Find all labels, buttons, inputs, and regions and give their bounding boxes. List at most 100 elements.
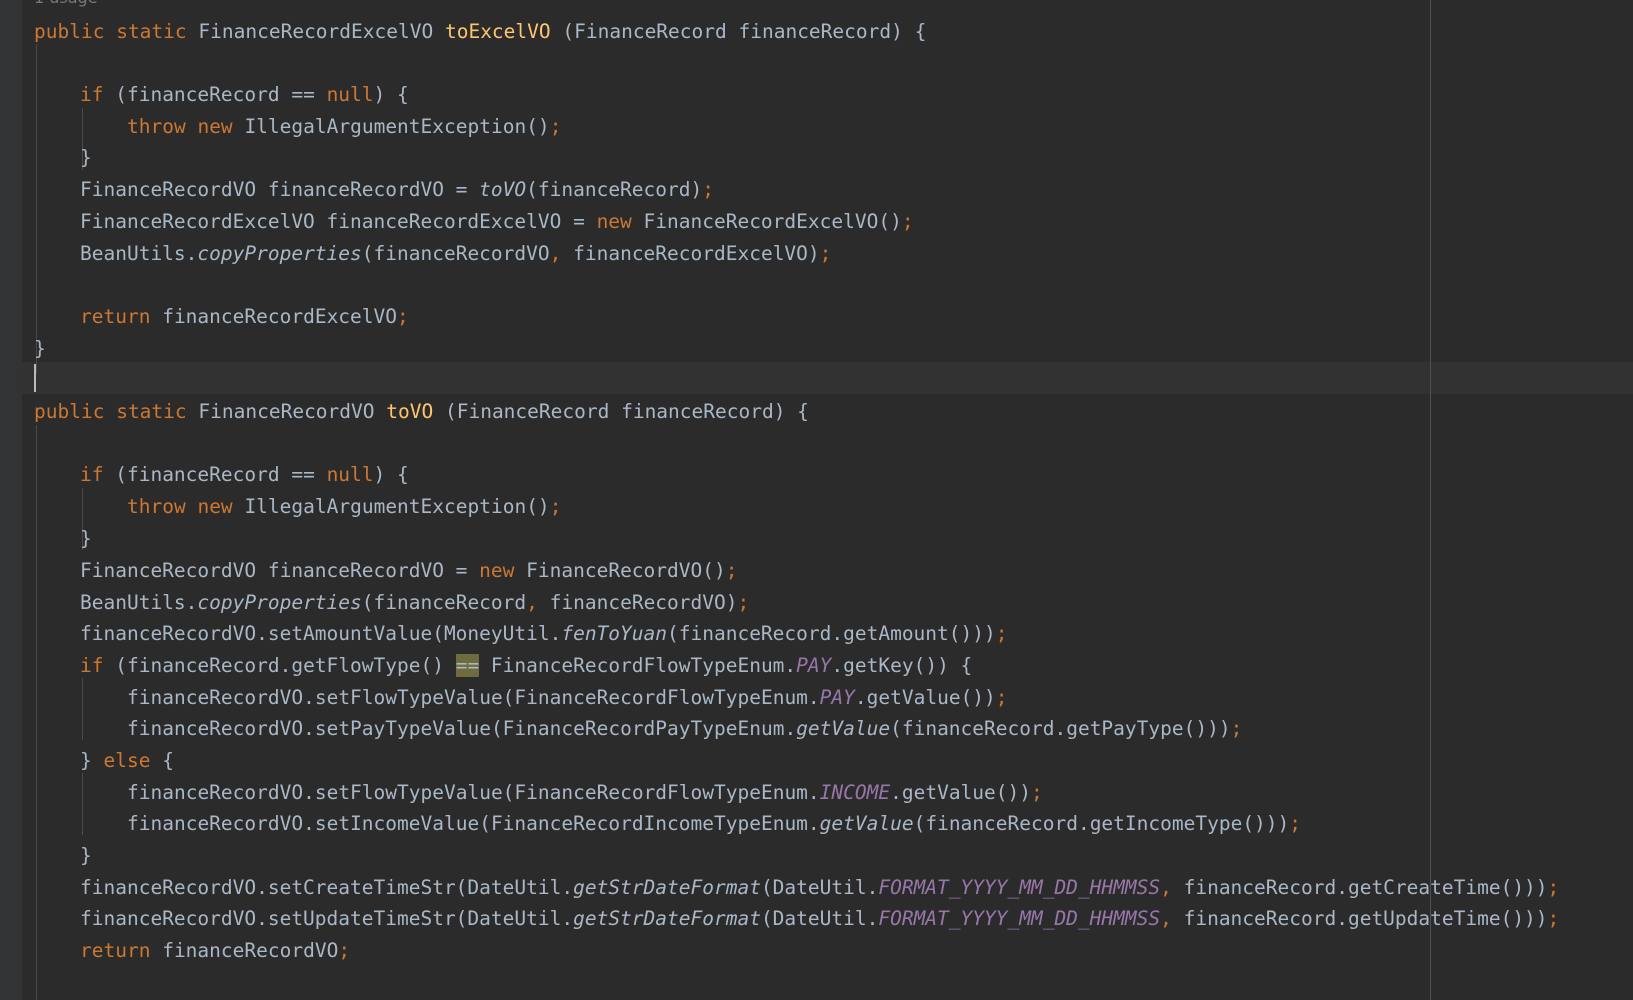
- token-keyword: static: [116, 400, 187, 423]
- token-keyword: null: [326, 83, 374, 106]
- token-static-field[interactable]: FORMAT_YYYY_MM_DD_HHMMSS: [878, 907, 1160, 930]
- code-line[interactable]: FinanceRecordExcelVO financeRecordExcelV…: [80, 206, 914, 238]
- token-expr: financeRecordVO.setFlowTypeValue(Finance…: [127, 686, 820, 709]
- token-expr: (financeRecord.getIncomeType())): [913, 812, 1290, 835]
- token-semicolon: ;: [1547, 876, 1560, 899]
- token-expr: .getValue()): [854, 686, 996, 709]
- code-line[interactable]: return financeRecordVO;: [80, 935, 350, 967]
- token-semicolon: ;: [1230, 717, 1243, 740]
- token-method-declaration[interactable]: toExcelVO: [445, 20, 551, 43]
- token-expr: FinanceRecordExcelVO(): [631, 210, 902, 233]
- code-line[interactable]: financeRecordVO.setFlowTypeValue(Finance…: [127, 777, 1043, 809]
- token-type: BeanUtils.: [80, 242, 198, 265]
- token-static-call[interactable]: getValue: [820, 812, 914, 835]
- code-line[interactable]: FinanceRecordVO financeRecordVO = new Fi…: [80, 555, 737, 587]
- token-keyword: if: [80, 463, 104, 486]
- code-line[interactable]: financeRecordVO.setAmountValue(MoneyUtil…: [80, 618, 1008, 650]
- token-static-call[interactable]: fenToYuan: [561, 622, 667, 645]
- token-static-call[interactable]: getStrDateFormat: [573, 907, 761, 930]
- token-static-call[interactable]: copyProperties: [197, 591, 361, 614]
- token-semicolon: ;: [725, 559, 738, 582]
- token-type: IllegalArgumentException(): [244, 115, 550, 138]
- token-expr: FinanceRecordVO(): [514, 559, 726, 582]
- token-semicolon: ;: [549, 495, 562, 518]
- code-line[interactable]: public static FinanceRecordExcelVO toExc…: [34, 16, 926, 48]
- token-expr: (financeRecord ==: [115, 83, 327, 106]
- token-brace: }: [80, 146, 92, 169]
- code-editor[interactable]: 1 usage public static FinanceRecordExcel…: [0, 0, 1633, 1000]
- token-semicolon: ;: [901, 210, 914, 233]
- token-expr: financeRecordVO: [162, 939, 339, 962]
- token-expr: financeRecordVO.setUpdateTimeStr(DateUti…: [80, 907, 574, 930]
- code-line[interactable]: }: [80, 840, 92, 872]
- token-keyword: throw: [127, 495, 186, 518]
- token-comma: ,: [1160, 876, 1172, 899]
- code-line[interactable]: }: [80, 142, 92, 174]
- code-line[interactable]: }: [80, 523, 92, 555]
- token-expr: (financeRecord.getAmount())): [667, 622, 996, 645]
- token-keyword: if: [80, 654, 104, 677]
- token-expr: (financeRecord.getPayType())): [890, 717, 1231, 740]
- token-static-call[interactable]: copyProperties: [197, 242, 361, 265]
- token-static-call[interactable]: getValue: [796, 717, 890, 740]
- token-expr: (financeRecordVO: [361, 242, 550, 265]
- token-brace: }: [80, 527, 92, 550]
- code-line[interactable]: if (financeRecord == null) {: [80, 79, 409, 111]
- code-content[interactable]: public static FinanceRecordExcelVO toExc…: [0, 0, 1633, 1000]
- token-expr: financeRecordExcelVO: [162, 305, 398, 328]
- token-method-declaration[interactable]: toVO: [386, 400, 433, 423]
- token-semicolon: ;: [995, 686, 1008, 709]
- code-line[interactable]: public static FinanceRecordVO toVO (Fina…: [34, 396, 809, 428]
- token-params: (FinanceRecord financeRecord) {: [444, 400, 809, 423]
- code-line[interactable]: throw new IllegalArgumentException();: [127, 111, 561, 143]
- code-line[interactable]: throw new IllegalArgumentException();: [127, 491, 561, 523]
- token-keyword: if: [80, 83, 104, 106]
- token-expr: FinanceRecordFlowTypeEnum.: [479, 654, 797, 677]
- code-line[interactable]: financeRecordVO.setIncomeValue(FinanceRe…: [127, 808, 1301, 840]
- token-enum-constant[interactable]: PAY: [796, 654, 831, 677]
- code-line[interactable]: return financeRecordExcelVO;: [80, 301, 409, 333]
- token-semicolon: ;: [338, 939, 351, 962]
- code-line[interactable]: financeRecordVO.setUpdateTimeStr(DateUti…: [80, 903, 1559, 935]
- token-expr: financeRecordVO.setAmountValue(MoneyUtil…: [80, 622, 562, 645]
- token-keyword: new: [197, 495, 233, 518]
- code-line[interactable]: BeanUtils.copyProperties(financeRecord, …: [80, 587, 749, 619]
- token-expr: financeRecordVO.setIncomeValue(FinanceRe…: [127, 812, 820, 835]
- code-line[interactable]: financeRecordVO.setPayTypeValue(FinanceR…: [127, 713, 1242, 745]
- token-enum-constant[interactable]: PAY: [820, 686, 855, 709]
- code-line[interactable]: BeanUtils.copyProperties(financeRecordVO…: [80, 238, 831, 270]
- token-static-field[interactable]: FORMAT_YYYY_MM_DD_HHMMSS: [878, 876, 1160, 899]
- token-semicolon: ;: [1289, 812, 1302, 835]
- token-semicolon: ;: [1031, 781, 1043, 804]
- token-comma: ,: [526, 591, 538, 614]
- token-type: FinanceRecordVO financeRecordVO =: [80, 178, 480, 201]
- token-expr: financeRecord.getCreateTime())): [1171, 876, 1548, 899]
- code-line[interactable]: financeRecordVO.setFlowTypeValue(Finance…: [127, 682, 1008, 714]
- token-expr: financeRecordVO.setCreateTimeStr(DateUti…: [80, 876, 574, 899]
- token-enum-constant[interactable]: INCOME: [820, 781, 890, 804]
- code-line[interactable]: if (financeRecord == null) {: [80, 459, 409, 491]
- token-static-call[interactable]: toVO: [479, 178, 526, 201]
- code-line[interactable]: }: [34, 333, 46, 365]
- token-expr: financeRecordVO): [537, 591, 738, 614]
- token-params: (FinanceRecord financeRecord) {: [562, 20, 927, 43]
- text-caret: [34, 364, 36, 392]
- token-static-call[interactable]: getStrDateFormat: [573, 876, 761, 899]
- token-semicolon: ;: [549, 115, 562, 138]
- token-expr: (financeRecord: [361, 591, 527, 614]
- token-type: IllegalArgumentException(): [244, 495, 550, 518]
- code-line[interactable]: FinanceRecordVO financeRecordVO = toVO(f…: [80, 174, 714, 206]
- token-keyword: static: [116, 20, 187, 43]
- token-comma: ,: [549, 242, 562, 265]
- token-expr: (financeRecord.getFlowType(): [115, 654, 456, 677]
- code-line[interactable]: } else {: [80, 745, 174, 777]
- token-keyword: new: [479, 559, 515, 582]
- code-line[interactable]: financeRecordVO.setCreateTimeStr(DateUti…: [80, 872, 1559, 904]
- token-semicolon: ;: [702, 178, 714, 201]
- token-expr: financeRecordExcelVO): [561, 242, 820, 265]
- code-line[interactable]: if (financeRecord.getFlowType() == Finan…: [80, 650, 972, 682]
- token-expr: .getKey()) {: [831, 654, 973, 677]
- token-expr: (financeRecord ==: [115, 463, 327, 486]
- token-expr: ) {: [373, 463, 409, 486]
- token-keyword: new: [596, 210, 632, 233]
